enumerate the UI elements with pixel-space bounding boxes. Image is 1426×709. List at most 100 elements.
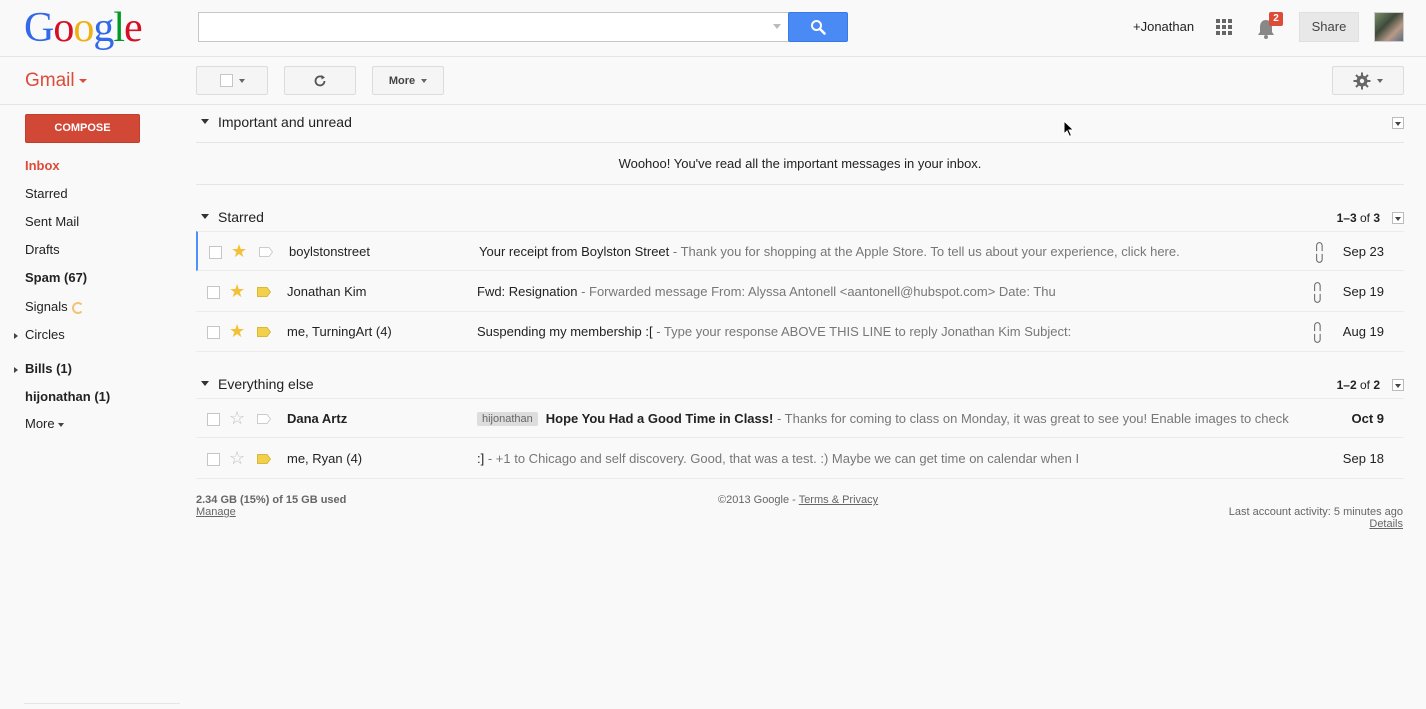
copyright-text: ©2013 Google -	[718, 494, 799, 506]
table-row[interactable]: ☆ me, Ryan (4) :] - +1 to Chicago and se…	[196, 439, 1404, 479]
manage-storage-link[interactable]: Manage	[196, 506, 236, 518]
select-all-checkbox[interactable]	[219, 74, 233, 87]
section-options-icon[interactable]	[1392, 212, 1404, 224]
date: Sep 18	[1342, 451, 1384, 466]
attachment-icon: ⊂⊃	[1310, 280, 1327, 305]
toolbar: Gmail More	[0, 57, 1426, 105]
section-options-icon[interactable]	[1392, 117, 1404, 129]
sidebar-item-more[interactable]: More	[25, 416, 64, 431]
collapse-section-icon[interactable]	[201, 119, 209, 124]
notifications-button[interactable]: 2	[1256, 12, 1286, 40]
count-range: 1–3	[1336, 211, 1357, 225]
sidebar-item-spam[interactable]: Spam (67)	[25, 270, 87, 285]
star-icon[interactable]: ★	[229, 281, 245, 301]
row-checkbox[interactable]	[207, 326, 220, 339]
row-checkbox[interactable]	[207, 413, 220, 426]
row-checkbox[interactable]	[207, 286, 220, 299]
date: Oct 9	[1351, 411, 1384, 426]
star-icon[interactable]: ★	[231, 241, 247, 261]
section-options-icon[interactable]	[1392, 379, 1404, 391]
google-logo[interactable]: Google	[24, 5, 143, 51]
sidebar-item-sent-mail[interactable]: Sent Mail	[25, 214, 79, 229]
message-preview: Your receipt from Boylston Street - Than…	[479, 244, 1299, 259]
star-outline-icon[interactable]: ☆	[229, 448, 245, 468]
table-row[interactable]: ☆ Dana Artz hijonathan Hope You Had a Goo…	[196, 398, 1404, 438]
select-all-button[interactable]	[196, 66, 268, 95]
sidebar: COMPOSE Inbox Starred Sent Mail Drafts S…	[0, 105, 180, 709]
sender: me, Ryan (4)	[287, 451, 363, 466]
refresh-button[interactable]	[284, 66, 356, 95]
terms-privacy-link[interactable]: Terms & Privacy	[799, 494, 878, 506]
sender: me, TurningArt (4)	[287, 324, 392, 339]
section-title[interactable]: Starred	[218, 209, 264, 225]
search-button[interactable]	[788, 12, 848, 42]
divider	[24, 703, 180, 704]
search-input[interactable]	[198, 12, 789, 42]
importance-marker-icon[interactable]	[259, 247, 273, 257]
activity-details-link[interactable]: Details	[1369, 518, 1403, 530]
sidebar-item-bills[interactable]: Bills (1)	[25, 361, 72, 376]
collapse-section-icon[interactable]	[201, 381, 209, 386]
gear-icon	[1353, 72, 1371, 89]
sidebar-item-label: More	[25, 416, 55, 431]
sidebar-item-starred[interactable]: Starred	[25, 186, 68, 201]
sidebar-item-drafts[interactable]: Drafts	[25, 242, 60, 257]
snippet: - Forwarded message From: Alyssa Antonel…	[577, 284, 1056, 299]
footer-copyright: ©2013 Google - Terms & Privacy	[718, 494, 878, 506]
apps-grid-icon[interactable]	[1216, 19, 1232, 35]
logo-letter: o	[73, 5, 94, 51]
message-preview: Suspending my membership :[ - Type your …	[477, 324, 1297, 339]
date: Aug 19	[1342, 324, 1384, 339]
settings-button[interactable]	[1332, 66, 1404, 95]
star-outline-icon[interactable]: ☆	[229, 408, 245, 428]
importance-marker-icon[interactable]	[257, 454, 271, 464]
storage-info: 2.34 GB (15%) of 15 GB used Manage	[196, 494, 346, 518]
logo-letter: G	[24, 5, 54, 51]
avatar[interactable]	[1374, 12, 1404, 42]
table-row[interactable]: ★ boylstonstreet Your receipt from Boyls…	[196, 231, 1404, 271]
notification-count-badge: 2	[1269, 12, 1283, 26]
logo-letter: o	[53, 5, 74, 51]
compose-button[interactable]: COMPOSE	[25, 114, 140, 143]
row-checkbox[interactable]	[207, 453, 220, 466]
importance-marker-icon[interactable]	[257, 327, 271, 337]
message-preview: :] - +1 to Chicago and self discovery. G…	[477, 451, 1297, 466]
importance-marker-icon[interactable]	[257, 287, 271, 297]
expand-circles-icon[interactable]	[14, 333, 18, 339]
importance-marker-icon[interactable]	[257, 414, 271, 424]
sender: Jonathan Kim	[287, 284, 367, 299]
section-count: 1–3 of 3	[1337, 211, 1380, 225]
sidebar-item-signals[interactable]: Signals	[25, 299, 84, 314]
count-of: of	[1356, 378, 1374, 392]
gmail-app-switcher[interactable]: Gmail	[25, 70, 87, 92]
mouse-cursor-icon	[1063, 120, 1075, 138]
date: Sep 23	[1342, 244, 1384, 259]
search-icon	[811, 20, 826, 35]
section-title[interactable]: Important and unread	[218, 114, 352, 130]
label-chip[interactable]: hijonathan	[477, 412, 538, 426]
user-profile-link[interactable]: +Jonathan	[1133, 19, 1194, 34]
sidebar-item-inbox[interactable]: Inbox	[25, 158, 60, 173]
more-actions-button[interactable]: More	[372, 66, 444, 95]
table-row[interactable]: ★ me, TurningArt (4) Suspending my membe…	[196, 312, 1404, 352]
star-icon[interactable]: ★	[229, 321, 245, 341]
attachment-icon: ⊂⊃	[1312, 240, 1329, 265]
row-checkbox[interactable]	[209, 246, 222, 259]
gmail-label: Gmail	[25, 70, 75, 91]
count-total: 2	[1373, 378, 1380, 392]
collapse-section-icon[interactable]	[201, 214, 209, 219]
search-box	[198, 12, 848, 42]
sidebar-item-hijonathan[interactable]: hijonathan (1)	[25, 389, 110, 404]
share-button[interactable]: Share	[1299, 12, 1359, 42]
sender: boylstonstreet	[289, 244, 370, 259]
more-actions-label: More	[388, 74, 416, 87]
count-total: 3	[1373, 211, 1380, 225]
table-row[interactable]: ★ Jonathan Kim Fwd: Resignation - Forwar…	[196, 272, 1404, 312]
logo-letter: l	[113, 5, 125, 51]
logo-letter: g	[93, 5, 114, 51]
search-options-caret-icon[interactable]	[773, 24, 781, 29]
sidebar-item-circles[interactable]: Circles	[25, 327, 65, 342]
top-header: Google +Jonathan 2 Share	[0, 0, 1426, 57]
expand-bills-icon[interactable]	[14, 367, 18, 373]
section-title[interactable]: Everything else	[218, 376, 314, 392]
